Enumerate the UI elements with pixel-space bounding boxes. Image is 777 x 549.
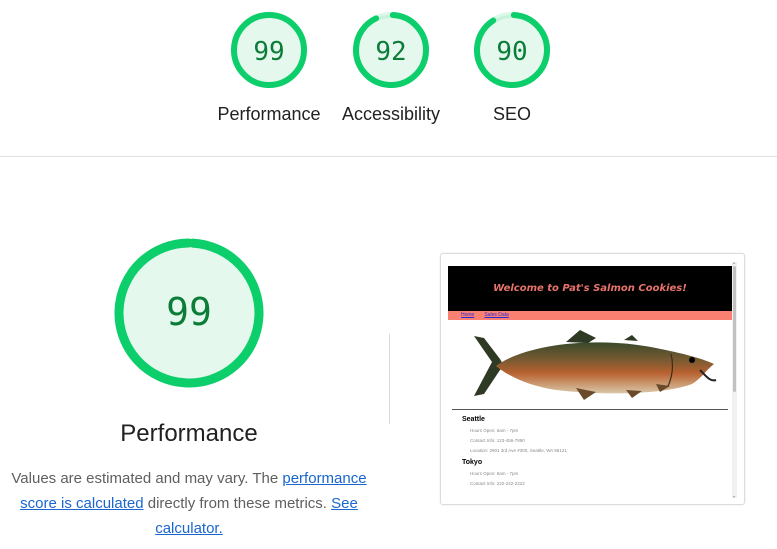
gauge-performance-value: 99 (253, 37, 284, 67)
screenshot-nav-home: Home (461, 312, 475, 318)
gauge-seo[interactable]: 90 SEO (447, 0, 577, 125)
performance-score-value: 99 (166, 290, 212, 334)
gauge-performance[interactable]: 99 Performance (204, 0, 334, 125)
section-divider (0, 156, 777, 157)
scroll-up-arrow[interactable] (733, 262, 735, 264)
gauge-performance-ring: 99 (231, 11, 307, 88)
screenshot-page: Welcome to Pat's Salmon Cookies! Home Sal… (448, 266, 732, 504)
screenshot-scrollbar[interactable] (732, 262, 737, 498)
desc-text-1: Values are estimated and may vary. The (11, 470, 283, 487)
salmon-image (474, 330, 717, 400)
gauge-seo-ring: 90 (474, 11, 550, 88)
performance-title: Performance (120, 420, 258, 447)
scroll-thumb[interactable] (733, 266, 736, 392)
final-screenshot[interactable]: Welcome to Pat's Salmon Cookies! Home Sal… (440, 253, 745, 505)
gauge-accessibility-ring: 92 (353, 11, 429, 88)
gauge-accessibility-value: 92 (375, 37, 406, 67)
gauge-performance-label: Performance (217, 104, 321, 124)
screenshot-rule (452, 409, 728, 410)
performance-gauge-large: 99 (114, 238, 264, 388)
desc-text-2: directly from these metrics. (143, 495, 332, 512)
screenshot-header-text: Welcome to Pat's Salmon Cookies! (493, 283, 687, 294)
gauge-seo-label: SEO (492, 104, 531, 124)
gauge-accessibility[interactable]: 92 Accessibility (326, 0, 456, 125)
screenshot-nav: Home Sales Data (448, 311, 732, 320)
location-tokyo-contact: Contact Info: 222-222-2222 (470, 481, 525, 486)
location-seattle-hours: Hours Open: 6am - 7pm (470, 428, 519, 433)
location-seattle-title: Seattle (462, 416, 485, 423)
location-tokyo-hours: Hours Open: 6am - 7pm (470, 471, 519, 476)
screenshot-header: Welcome to Pat's Salmon Cookies! (448, 266, 732, 311)
gauge-accessibility-label: Accessibility (341, 104, 441, 124)
score-summary: 99 Performance 92 Accessibility 90 SEO (0, 0, 777, 156)
vertical-separator (389, 334, 390, 424)
scroll-down-arrow[interactable] (733, 496, 735, 498)
location-seattle-address: Location: 2901 3rd Ave #300, Seattle, WA… (470, 448, 567, 453)
gauge-seo-value: 90 (496, 37, 527, 67)
performance-description: Values are estimated and may vary. The p… (10, 466, 368, 541)
location-tokyo-title: Tokyo (462, 459, 483, 466)
screenshot-nav-sales: Sales Data (484, 312, 509, 318)
location-seattle-contact: Contact Info: 123-456-7890 (470, 438, 525, 443)
